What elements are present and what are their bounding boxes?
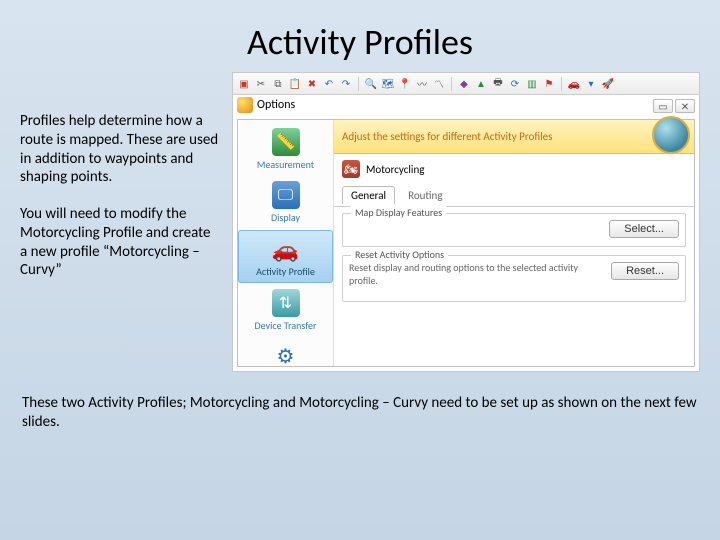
find-icon[interactable]: 🔍 [364,77,378,91]
options-dialog: 📏 Measurement 🖵 Display 🚗 Activity Profi… [237,119,695,367]
delete-icon[interactable]: ✖ [305,77,319,91]
description-para-1: Profiles help determine how a route is m… [20,112,220,187]
reset-description: Reset display and routing options to the… [349,262,603,287]
undo-icon[interactable]: ↶ [322,77,336,91]
app-toolbar: ▣ ✂ ⧉ 📋 ✖ ↶ ↷ 🔍 🗺 📍 〰 〽 ◆ ▲ 🖶 ⟳ ▥ ⚑ 🚗 ▾ … [233,73,699,95]
stop-record-icon[interactable]: ▣ [237,77,251,91]
rocket-icon[interactable]: 🚀 [601,77,615,91]
nav-device-transfer[interactable]: ⇅ Device Transfer [238,285,333,336]
nav-general[interactable]: ⚙ General [238,338,333,372]
vehicle-icon[interactable]: 🚗 [567,77,581,91]
nav-activity-profile[interactable]: 🚗 Activity Profile [238,230,333,283]
group-label: Map Display Features [351,206,446,219]
tool-a-icon[interactable]: ◆ [457,77,471,91]
nav-measurement[interactable]: 📏 Measurement [238,124,333,175]
close-button[interactable]: ✕ [675,99,695,113]
flag-icon[interactable]: ⚑ [542,77,556,91]
description-para-2: You will need to modify the Motorcycling… [20,205,220,280]
paste-icon[interactable]: 📋 [288,77,302,91]
pane-banner: Adjust the settings for different Activi… [334,120,694,154]
options-nav: 📏 Measurement 🖵 Display 🚗 Activity Profi… [238,120,334,366]
map-icon[interactable]: 🗺 [381,77,395,91]
window-title: Options [257,98,295,112]
toolbar-divider [561,77,562,91]
measurement-icon: 📏 [272,128,300,156]
nav-display[interactable]: 🖵 Display [238,177,333,228]
toolbar-divider [358,77,359,91]
sync-icon[interactable]: ⟳ [508,77,522,91]
waypoint-icon[interactable]: 📍 [398,77,412,91]
maximize-button[interactable]: ▭ [653,99,673,113]
nav-label: Device Transfer [254,319,316,332]
window-title-bar: Options [237,97,295,113]
tab-routing[interactable]: Routing [399,186,451,204]
profile-name[interactable]: Motorcycling [366,163,424,176]
route-icon[interactable]: 〰 [415,77,429,91]
dropdown-icon[interactable]: ▾ [584,77,598,91]
print-icon[interactable]: 🖶 [491,77,505,91]
bottom-paragraph: These two Activity Profiles; Motorcyclin… [0,372,720,432]
reset-activity-options-group: Reset Activity Options Reset display and… [342,255,686,302]
toolbar-divider [451,77,452,91]
pane-banner-text: Adjust the settings for different Activi… [342,130,552,143]
device-icon[interactable]: ▥ [525,77,539,91]
select-button[interactable]: Select... [609,220,679,238]
window-controls: ▭ ✕ [653,99,695,113]
display-icon: 🖵 [272,181,300,209]
globe-icon [652,116,690,154]
app-screenshot: ▣ ✂ ⧉ 📋 ✖ ↶ ↷ 🔍 🗺 📍 〰 〽 ◆ ▲ 🖶 ⟳ ▥ ⚑ 🚗 ▾ … [232,72,700,372]
nav-label: Measurement [257,158,314,171]
device-transfer-icon: ⇅ [272,289,300,317]
options-pane: Adjust the settings for different Activi… [334,120,694,366]
description-column: Profiles help determine how a route is m… [20,72,220,372]
copy-icon[interactable]: ⧉ [271,77,285,91]
nav-label: Display [271,211,300,224]
profile-tabs: General Routing [334,184,694,207]
redo-icon[interactable]: ↷ [339,77,353,91]
tab-general[interactable]: General [342,186,395,204]
cut-icon[interactable]: ✂ [254,77,268,91]
tool-b-icon[interactable]: ▲ [474,77,488,91]
page-title: Activity Profiles [0,0,720,72]
motorcycle-icon: 🏍 [342,160,360,178]
general-icon: ⚙ [272,342,300,370]
options-icon [237,97,253,113]
track-icon[interactable]: 〽 [432,77,446,91]
profile-selector-row: 🏍 Motorcycling [334,154,694,184]
nav-label: Activity Profile [256,265,315,278]
activity-profile-icon: 🚗 [272,235,300,263]
reset-button[interactable]: Reset... [611,262,679,280]
group-label: Reset Activity Options [351,248,448,261]
map-display-features-group: Map Display Features Select... [342,213,686,247]
